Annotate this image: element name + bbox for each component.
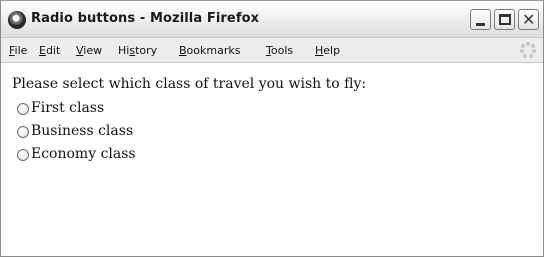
menu-history[interactable]: History (118, 44, 157, 57)
economy-class-radio[interactable] (17, 149, 29, 161)
menu-tools[interactable]: Tools (266, 44, 293, 57)
window-title: Radio buttons - Mozilla Firefox (31, 11, 260, 26)
menu-help[interactable]: Help (315, 44, 340, 57)
business-class-radio[interactable] (17, 126, 29, 138)
menu-bookmarks[interactable]: Bookmarks (179, 44, 240, 57)
close-icon: ✕ (522, 10, 536, 29)
close-button[interactable]: ✕ (518, 9, 539, 30)
business-class-label[interactable]: Business class (31, 123, 133, 139)
firefox-app-icon[interactable] (8, 11, 26, 29)
minimize-button[interactable] (470, 9, 491, 30)
menu-view[interactable]: View (76, 44, 102, 57)
menu-bar: File Edit View History Bookmarks Tools H… (1, 38, 543, 63)
first-class-radio[interactable] (17, 103, 29, 115)
menu-file[interactable]: File (9, 44, 27, 57)
browser-window: Radio buttons - Mozilla Firefox ✕ File E… (0, 0, 544, 257)
title-bar[interactable]: Radio buttons - Mozilla Firefox ✕ (1, 1, 543, 38)
loading-throbber-icon (520, 42, 536, 58)
economy-class-label[interactable]: Economy class (31, 146, 136, 162)
maximize-icon (499, 14, 511, 25)
travel-class-prompt: Please select which class of travel you … (12, 76, 367, 92)
menu-edit[interactable]: Edit (39, 44, 60, 57)
page-content: Please select which class of travel you … (1, 64, 543, 256)
first-class-label[interactable]: First class (31, 100, 104, 116)
minimize-icon (476, 23, 485, 26)
maximize-button[interactable] (494, 9, 515, 30)
